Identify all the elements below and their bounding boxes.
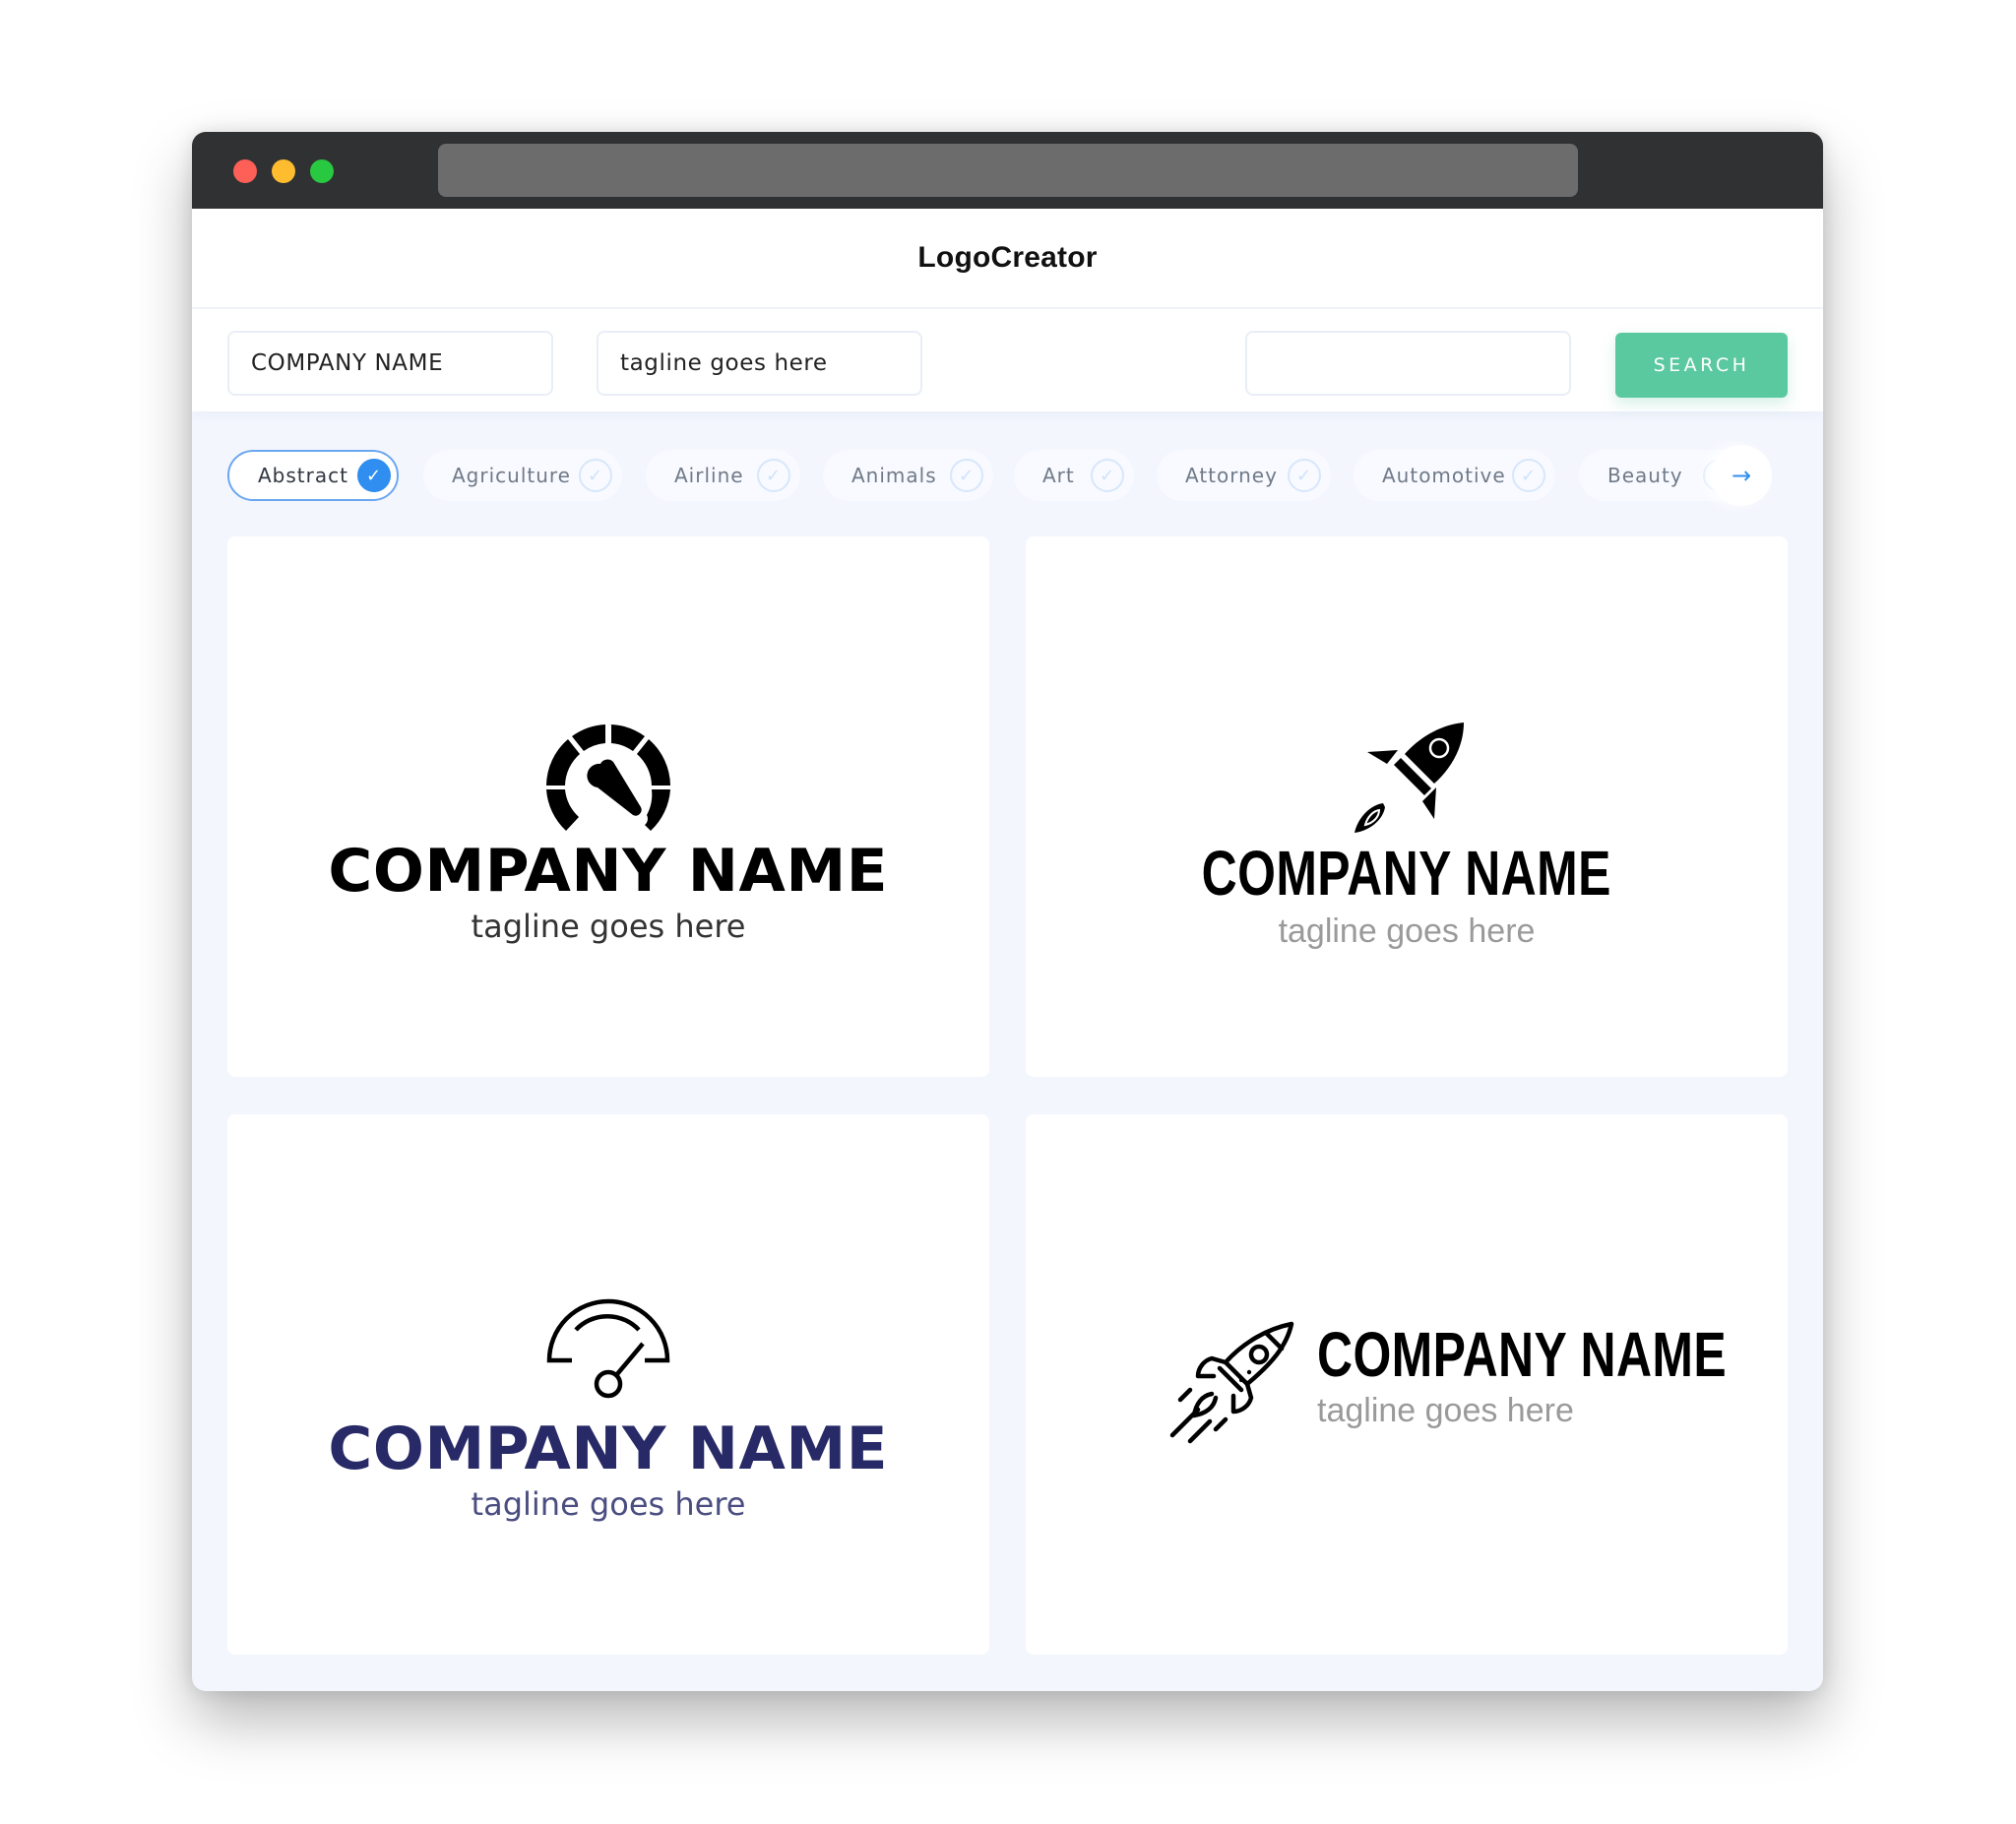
app-header: LogoCreator (192, 209, 1823, 308)
category-label: Attorney (1185, 464, 1278, 487)
tagline-text: tagline goes here (1278, 912, 1536, 950)
category-chip-animals[interactable]: Animals ✓ (823, 450, 993, 501)
company-name-text: COMPANY NAME (328, 1415, 889, 1483)
category-label: Art (1042, 464, 1075, 487)
tagline-text: tagline goes here (1317, 1392, 1574, 1429)
rocket-outline-icon (1169, 1321, 1294, 1444)
check-icon: ✓ (1512, 459, 1545, 492)
maximize-window-button[interactable] (310, 159, 334, 183)
category-label: Abstract (258, 464, 348, 487)
address-bar[interactable] (438, 144, 1578, 197)
logo-card[interactable]: COMPANY NAME tagline goes here (1026, 536, 1788, 1077)
tagline-input[interactable] (597, 331, 922, 396)
minimize-window-button[interactable] (272, 159, 295, 183)
company-name-text: COMPANY NAME (1317, 1319, 1728, 1390)
category-chip-attorney[interactable]: Attorney ✓ (1157, 450, 1331, 501)
company-name-text: COMPANY NAME (328, 837, 889, 906)
category-filter-bar: Abstract ✓ Agriculture ✓ Airline ✓ Anima… (227, 450, 1778, 501)
category-chip-airline[interactable]: Airline ✓ (646, 450, 800, 501)
check-icon: ✓ (757, 459, 790, 492)
check-icon: ✓ (950, 459, 983, 492)
category-chip-abstract[interactable]: Abstract ✓ (227, 450, 399, 501)
tagline-text: tagline goes here (471, 1485, 746, 1523)
rocket-solid-icon (1354, 723, 1464, 833)
check-icon: ✓ (579, 459, 612, 492)
check-icon: ✓ (1288, 459, 1321, 492)
tagline-text: tagline goes here (471, 908, 746, 945)
brand-logo[interactable]: LogoCreator (917, 241, 1097, 275)
company-name-text: COMPANY NAME (1201, 838, 1612, 909)
company-name-input[interactable] (227, 331, 553, 396)
title-bar (192, 132, 1823, 209)
check-icon: ✓ (1091, 459, 1124, 492)
close-window-button[interactable] (233, 159, 257, 183)
arrow-right-icon: → (1731, 462, 1752, 489)
check-icon: ✓ (357, 459, 391, 492)
category-label: Automotive (1382, 464, 1506, 487)
category-label: Beauty (1607, 464, 1683, 487)
category-chip-art[interactable]: Art ✓ (1014, 450, 1134, 501)
category-label: Agriculture (452, 464, 571, 487)
speedometer-solid-icon (546, 724, 670, 831)
search-bar: SEARCH (192, 309, 1823, 411)
category-label: Airline (674, 464, 744, 487)
logo-card[interactable]: COMPANY NAME tagline goes here (1026, 1114, 1788, 1655)
logo-text-group: COMPANY NAME tagline goes here (1317, 1323, 1823, 1427)
browser-window: LogoCreator SEARCH Abstract ✓ Agricultur… (192, 132, 1823, 1691)
category-label: Animals (851, 464, 937, 487)
search-button[interactable]: SEARCH (1615, 333, 1788, 398)
keyword-input[interactable] (1245, 331, 1571, 396)
logo-card[interactable]: COMPANY NAME tagline goes here (227, 1114, 989, 1655)
category-chip-automotive[interactable]: Automotive ✓ (1354, 450, 1555, 501)
speedometer-outline-icon (546, 1298, 670, 1399)
scroll-categories-next-button[interactable]: → (1711, 445, 1772, 506)
category-chip-agriculture[interactable]: Agriculture ✓ (423, 450, 622, 501)
logo-card[interactable]: COMPANY NAME tagline goes here (227, 536, 989, 1077)
